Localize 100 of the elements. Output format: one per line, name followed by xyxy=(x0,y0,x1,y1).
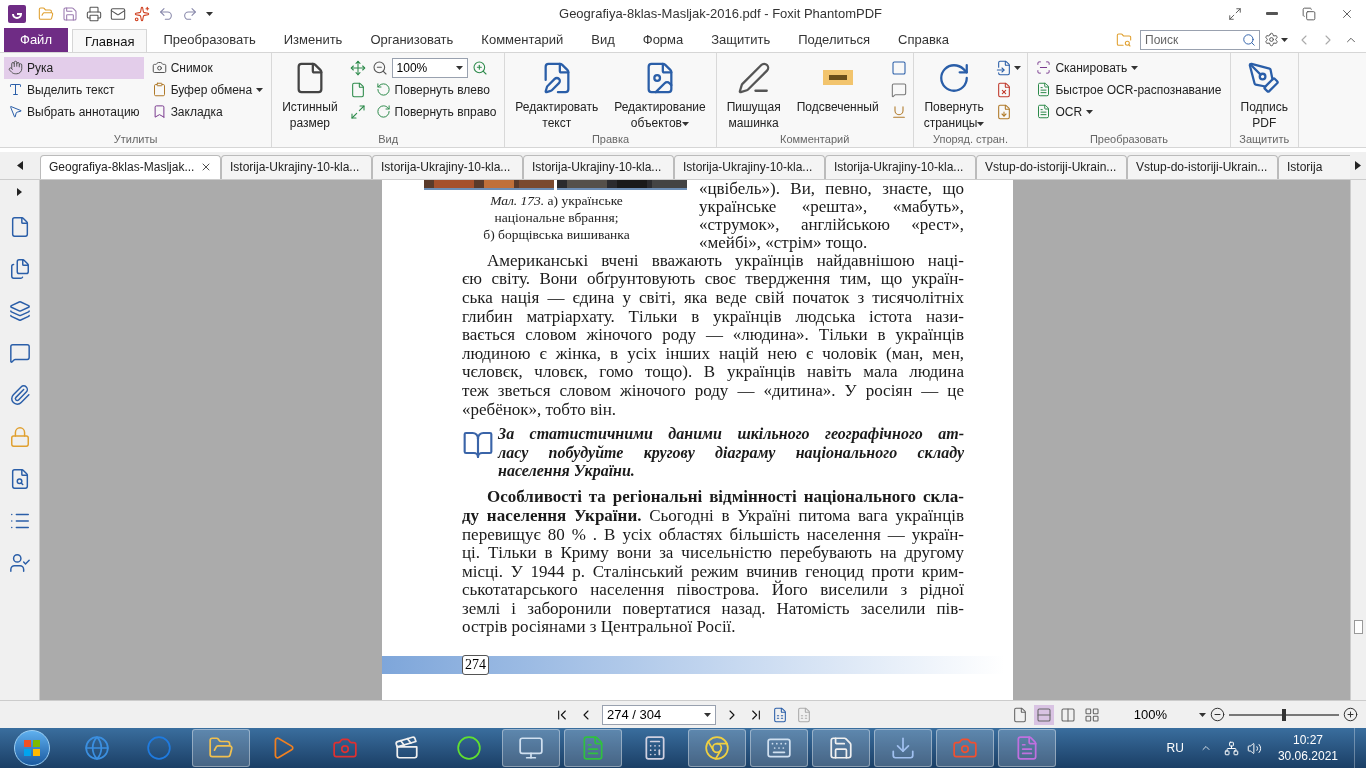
ribbon-button[interactable]: Повернуть страницы xyxy=(917,56,991,131)
zoom-out-button[interactable] xyxy=(371,59,388,76)
ribbon-button[interactable]: Пишущая машинка xyxy=(720,56,787,131)
zoom-out-button[interactable] xyxy=(1210,707,1225,723)
document-tab[interactable]: Istorija-Ukrajiny-10-kla... xyxy=(674,154,825,179)
menu-tab[interactable]: Поделиться xyxy=(786,27,883,52)
document-tab[interactable]: Istorija-Ukrajiny-10-kla... xyxy=(523,154,674,179)
sidebar-button[interactable] xyxy=(8,383,31,406)
document-tab[interactable]: Geografiya-8klas-Masljak... xyxy=(40,154,221,179)
pointer-icon xyxy=(8,104,23,120)
paragraph: Американські вчені вважають українців найдавнішою наці- єю світу. Вони обґрунтовують своє твердження тим, що україн- ська нація — єдина у світі, яка веде свій початок з тисячолітніх глибин матріархату. Тільки в українців людська істота нази- вається словом жіночого роду — «людина». Тільки в українців людиною є жінка, в усіх інших націй нею є чоловік (ман, мен, чєловєк, чловєк, гомо тощо). В українців навіть мала людина теж зветься словом жіночого роду — «дитина». У росіян — це «ребёнок», тобто він. xyxy=(462,251,964,420)
ribbon-button[interactable]: Рука xyxy=(4,56,144,79)
quick-access-button[interactable] xyxy=(182,5,198,22)
sidebar-button[interactable] xyxy=(8,257,31,280)
ring-icon xyxy=(146,735,172,762)
search-field[interactable]: Поиск xyxy=(1140,29,1260,50)
ribbon-button[interactable]: OCR xyxy=(1032,100,1226,123)
right-arrow-icon xyxy=(1355,160,1361,170)
quick-access-button[interactable] xyxy=(62,5,78,22)
taskbar-button[interactable] xyxy=(812,729,870,768)
menu-tab[interactable]: Изменить xyxy=(271,27,355,52)
expand-arrow-icon[interactable] xyxy=(17,187,22,196)
quick-access-button[interactable] xyxy=(110,5,126,22)
fullscreen-icon xyxy=(1228,6,1242,21)
zoom-in-icon xyxy=(1343,707,1358,723)
taskbar-button[interactable] xyxy=(874,729,932,768)
document-tab[interactable]: Istorija-Ukrajiny-10-kla... xyxy=(221,154,372,179)
document-tab[interactable]: Istorija xyxy=(1278,154,1350,179)
view-mode-button[interactable] xyxy=(1033,704,1054,725)
volume-icon xyxy=(1246,740,1262,756)
ocr-icon xyxy=(1036,104,1052,120)
sidebar-button[interactable] xyxy=(8,299,31,322)
document-tab[interactable]: Istorija-Ukrajiny-10-kla... xyxy=(825,154,976,179)
ribbon-button[interactable]: Редактировать текст xyxy=(509,56,605,131)
replace-page-icon xyxy=(996,59,1013,76)
menu-tab[interactable]: Вид xyxy=(579,27,627,52)
restore-icon xyxy=(1302,6,1316,21)
menu-tab[interactable]: Организовать xyxy=(358,27,466,52)
group-label: Упоряд. стран. xyxy=(932,131,1009,147)
page-number: 274 xyxy=(462,655,489,676)
group-label: Преобразовать xyxy=(1088,131,1169,147)
start-button[interactable] xyxy=(14,730,50,767)
camera-icon xyxy=(151,60,167,76)
printer-icon xyxy=(86,5,102,22)
zoom-in-button[interactable] xyxy=(1343,707,1358,723)
menu-tab[interactable]: Преобразовать xyxy=(151,27,268,52)
menu-tab[interactable]: Комментарий xyxy=(469,27,576,52)
ribbon-button[interactable]: Истинный размер xyxy=(276,56,344,131)
scrollbar[interactable] xyxy=(1350,179,1366,701)
document-tab[interactable]: Vstup-do-istoriji-Ukrain... xyxy=(976,154,1127,179)
taskbar-button[interactable] xyxy=(998,729,1056,768)
page-field[interactable]: 274 / 304 xyxy=(602,704,716,725)
ribbon-button[interactable]: Буфер обмена xyxy=(147,78,268,101)
paperclip-icon xyxy=(8,383,31,406)
taskbar-button[interactable] xyxy=(564,729,622,768)
restore-button[interactable] xyxy=(1302,6,1316,21)
underline-icon xyxy=(890,103,907,120)
minimize-button[interactable] xyxy=(1266,12,1278,16)
ribbon-button[interactable]: Выбрать аннотацию xyxy=(4,100,144,123)
ribbon-button[interactable]: Повернуть влево xyxy=(371,78,501,101)
menu-tab[interactable]: Файл xyxy=(4,27,68,52)
caret-icon xyxy=(256,87,264,92)
browser-icon xyxy=(84,735,110,762)
ribbon-button[interactable]: Редактирование объектов xyxy=(608,56,712,131)
fullscreen-button[interactable] xyxy=(1228,6,1242,21)
document-tab[interactable]: Istorija-Ukrajiny-10-kla... xyxy=(372,154,523,179)
menu-tab[interactable]: Справка xyxy=(886,27,962,52)
taskbar-button[interactable] xyxy=(750,729,808,768)
ribbon-button[interactable]: Подсвеченный xyxy=(790,56,885,131)
network-icon xyxy=(1223,740,1239,756)
zoom-slider[interactable] xyxy=(1229,707,1339,722)
zoom-field[interactable]: 100% xyxy=(1133,705,1206,725)
quick-access-button[interactable] xyxy=(158,5,174,22)
ribbon-button[interactable]: Выделить текст xyxy=(4,78,144,101)
caret-icon xyxy=(1086,109,1094,114)
document-tab[interactable]: Vstup-do-istoriji-Ukrain... xyxy=(1127,154,1278,179)
quick-access-button[interactable] xyxy=(86,5,102,22)
window-title: Geografiya-8klas-Masljak-2016.pdf - Foxit PhantomPDF xyxy=(558,5,883,24)
ribbon-button[interactable]: Повернуть вправо xyxy=(371,100,501,123)
taskbar-button[interactable] xyxy=(192,729,250,768)
clock[interactable]: 10:27 30.06.2021 xyxy=(1277,732,1338,765)
paragraph: «цвібель»). Ви, певно, знаєте, що українське «решта», «мабуть», «струмок», англійською «рест», «мейбі», «стрім» тощо. xyxy=(699,179,964,252)
fit-page-icon xyxy=(349,59,366,76)
ribbon-button[interactable]: Снимок xyxy=(147,56,268,79)
slider-thumb[interactable] xyxy=(1282,708,1286,721)
ribbon-button[interactable]: Закладка xyxy=(147,100,268,123)
taskbar-button[interactable] xyxy=(936,729,994,768)
menu-tab[interactable]: Главная xyxy=(71,28,148,53)
zoom-combo[interactable]: 100% xyxy=(391,57,468,78)
menu-tab[interactable]: Форма xyxy=(630,27,696,52)
sidebar-button[interactable] xyxy=(8,341,31,364)
settings-button[interactable] xyxy=(1264,32,1288,48)
taskbar-button[interactable] xyxy=(688,729,746,768)
taskbar-button[interactable] xyxy=(502,729,560,768)
ribbon-button[interactable]: Быстрое OCR-распознавание xyxy=(1032,78,1226,101)
language-indicator[interactable]: RU xyxy=(1166,739,1184,758)
ribbon-button[interactable]: Подпись PDF xyxy=(1234,56,1294,131)
ribbon-button[interactable]: Сканировать xyxy=(1032,56,1226,79)
lock-icon xyxy=(8,425,31,448)
menu-tab[interactable]: Защитить xyxy=(699,27,783,52)
